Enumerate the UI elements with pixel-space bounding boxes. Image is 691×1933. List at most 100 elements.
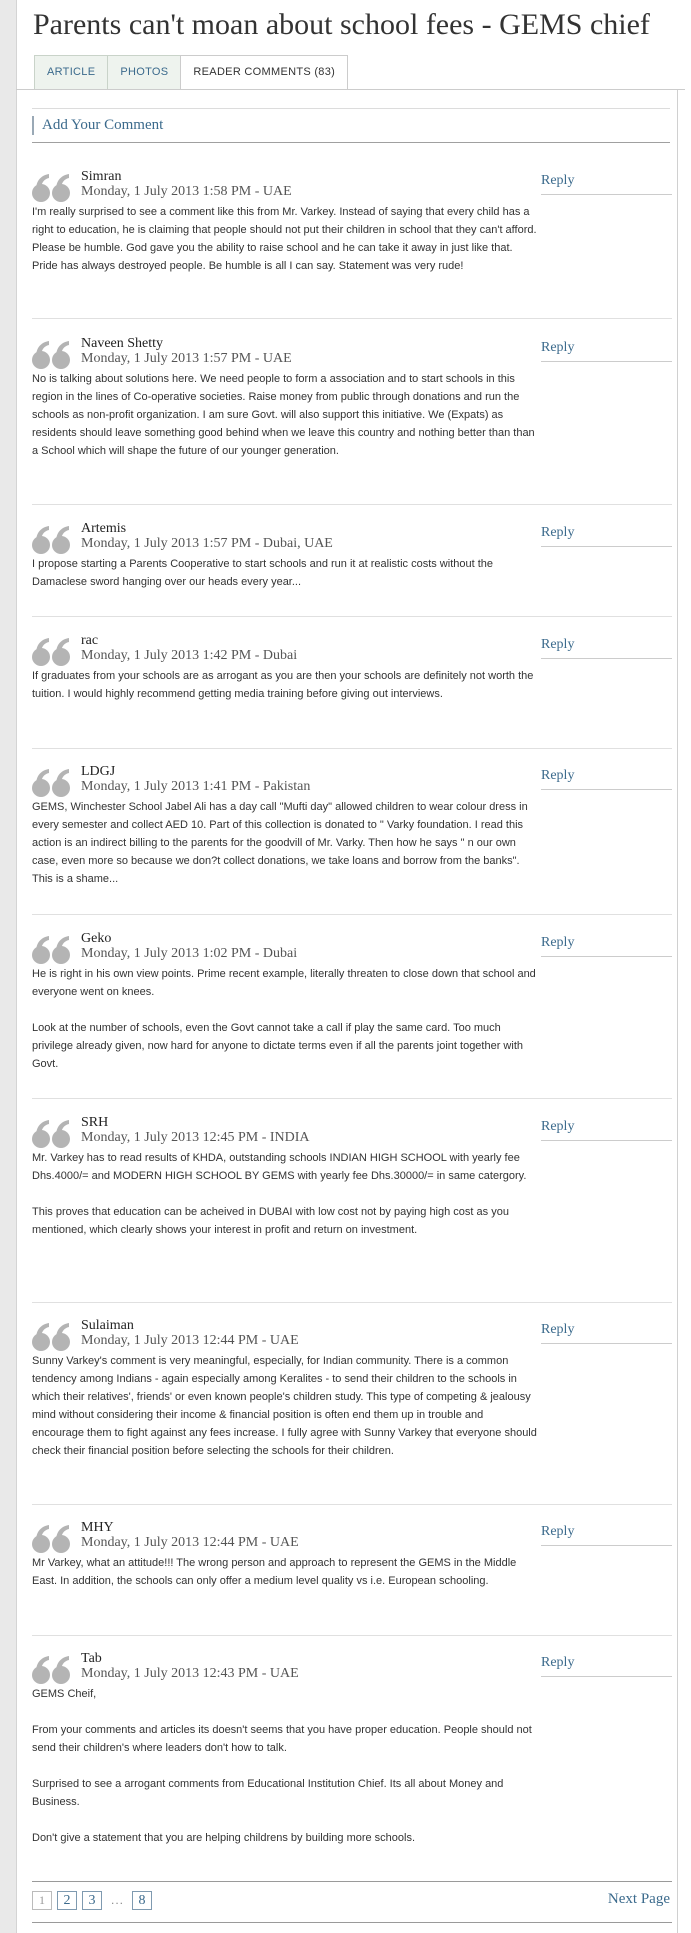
quote-icon xyxy=(32,936,70,964)
right-rail xyxy=(677,90,678,1933)
comment-divider xyxy=(32,1302,672,1303)
comment-date: Monday, 1 July 2013 1:57 PM - UAE xyxy=(81,351,292,366)
comment-divider xyxy=(32,1635,672,1636)
comment-paragraph: GEMS, Winchester School Jabel Ali has a … xyxy=(32,801,528,885)
reply-underline xyxy=(541,789,672,790)
tab-article[interactable]: ARTICLE xyxy=(34,55,109,89)
comment-body: He is right in his own view points. Prim… xyxy=(32,965,537,1073)
reply-link[interactable]: Reply xyxy=(541,1654,672,1672)
reply-underline xyxy=(541,194,672,195)
comment-date: Monday, 1 July 2013 1:42 PM - Dubai xyxy=(81,648,298,663)
comment-date: Monday, 1 July 2013 1:58 PM - UAE xyxy=(81,184,292,199)
reply-underline xyxy=(541,546,672,547)
comment-body: No is talking about solutions here. We n… xyxy=(32,370,537,460)
tabs-divider xyxy=(16,89,685,90)
comment-paragraph: Mr Varkey, what an attitude!!! The wrong… xyxy=(32,1557,517,1587)
comment-author: Artemis xyxy=(81,521,127,536)
comment-paragraph: I'm really surprised to see a comment li… xyxy=(32,206,537,272)
comment-paragraph: Don't give a statement that you are help… xyxy=(32,1832,416,1844)
quote-icon xyxy=(32,341,70,369)
reply-link[interactable]: Reply xyxy=(541,339,672,357)
comment-author: LDGJ xyxy=(81,764,116,779)
page-title: Parents can't moan about school fees - G… xyxy=(33,8,650,41)
comment-body: If graduates from your schools are as ar… xyxy=(32,667,537,703)
left-rail xyxy=(0,0,17,1933)
reply-link[interactable]: Reply xyxy=(541,1321,672,1339)
comment-paragraph: GEMS Cheif, xyxy=(32,1688,97,1700)
pagination: 1 2 3 ... 8 xyxy=(32,1890,157,1910)
comment-body: GEMS Cheif, From your comments and articl… xyxy=(32,1685,537,1847)
reply-underline xyxy=(541,1545,672,1546)
reply-underline xyxy=(541,956,672,957)
comment-body: Mr. Varkey has to read results of KHDA, … xyxy=(32,1149,537,1239)
reply-link[interactable]: Reply xyxy=(541,1118,672,1136)
comment-body: Sunny Varkey's comment is very meaningfu… xyxy=(32,1352,537,1460)
comment-body: I propose starting a Parents Cooperative… xyxy=(32,555,537,591)
quote-icon xyxy=(32,1323,70,1351)
comment-body: GEMS, Winchester School Jabel Ali has a … xyxy=(32,798,537,888)
pagination-divider xyxy=(32,1922,672,1923)
comment-paragraph: Sunny Varkey's comment is very meaningfu… xyxy=(32,1355,537,1457)
comment-body: I'm really surprised to see a comment li… xyxy=(32,203,537,275)
comment-divider xyxy=(32,318,672,319)
reply-underline xyxy=(541,361,672,362)
comment-author: MHY xyxy=(81,1520,114,1535)
quote-icon xyxy=(32,526,70,554)
comment-paragraph: He is right in his own view points. Prim… xyxy=(32,968,536,998)
comment-body: Mr Varkey, what an attitude!!! The wrong… xyxy=(32,1554,537,1590)
page-link-2[interactable]: 2 xyxy=(57,1890,77,1910)
comment-author: Tab xyxy=(81,1651,102,1666)
add-comment-link[interactable]: Add Your Comment xyxy=(32,116,163,135)
quote-icon xyxy=(32,638,70,666)
reply-underline xyxy=(541,1676,672,1677)
article-tabs: ARTICLE PHOTOS READER COMMENTS (83) xyxy=(34,55,349,90)
comment-date: Monday, 1 July 2013 12:44 PM - UAE xyxy=(81,1333,299,1348)
tab-reader-comments[interactable]: READER COMMENTS (83) xyxy=(180,55,349,90)
quote-icon xyxy=(32,1656,70,1684)
comment-paragraph: Look at the number of schools, even the … xyxy=(32,1022,523,1070)
comment-date: Monday, 1 July 2013 1:57 PM - Dubai, UAE xyxy=(81,536,333,551)
comment-divider xyxy=(32,1504,672,1505)
comment-author: Geko xyxy=(81,931,112,946)
divider xyxy=(32,108,670,109)
comment-paragraph: No is talking about solutions here. We n… xyxy=(32,373,535,457)
reply-link[interactable]: Reply xyxy=(541,524,672,542)
quote-icon xyxy=(32,1525,70,1553)
reply-link[interactable]: Reply xyxy=(541,934,672,952)
comment-divider xyxy=(32,914,672,915)
comment-date: Monday, 1 July 2013 12:44 PM - UAE xyxy=(81,1535,299,1550)
comment-paragraph: If graduates from your schools are as ar… xyxy=(32,670,534,700)
comment-date: Monday, 1 July 2013 1:41 PM - Pakistan xyxy=(81,779,311,794)
page-link-3[interactable]: 3 xyxy=(82,1890,102,1910)
reply-link[interactable]: Reply xyxy=(541,636,672,654)
comment-paragraph: This proves that education can be acheiv… xyxy=(32,1206,509,1236)
page-link-last[interactable]: 8 xyxy=(132,1890,153,1910)
pagination-divider xyxy=(32,1881,672,1882)
reply-underline xyxy=(541,1343,672,1344)
next-page-link[interactable]: Next Page xyxy=(560,1891,670,1908)
comment-date: Monday, 1 July 2013 12:43 PM - UAE xyxy=(81,1666,299,1681)
reply-link[interactable]: Reply xyxy=(541,767,672,785)
quote-icon xyxy=(32,1120,70,1148)
comment-paragraph: Surprised to see a arrogant comments fro… xyxy=(32,1778,504,1808)
page-current: 1 xyxy=(32,1890,52,1910)
comment-author: Sulaiman xyxy=(81,1318,134,1333)
reply-link[interactable]: Reply xyxy=(541,1523,672,1541)
comment-author: Naveen Shetty xyxy=(81,336,164,351)
tab-photos[interactable]: PHOTOS xyxy=(107,55,182,89)
comment-divider xyxy=(32,616,672,617)
comment-date: Monday, 1 July 2013 1:02 PM - Dubai xyxy=(81,946,298,961)
comment-author: Simran xyxy=(81,169,122,184)
comment-author: rac xyxy=(81,633,99,648)
comment-divider xyxy=(32,748,672,749)
reply-underline xyxy=(541,658,672,659)
pagination-ellipsis: ... xyxy=(111,1893,125,1907)
reply-link[interactable]: Reply xyxy=(541,172,672,190)
quote-icon xyxy=(32,174,70,202)
comment-paragraph: Mr. Varkey has to read results of KHDA, … xyxy=(32,1152,527,1182)
comment-paragraph: From your comments and articles its does… xyxy=(32,1724,532,1754)
comment-paragraph: I propose starting a Parents Cooperative… xyxy=(32,558,494,588)
comment-date: Monday, 1 July 2013 12:45 PM - INDIA xyxy=(81,1130,310,1145)
quote-icon xyxy=(32,769,70,797)
comment-divider xyxy=(32,504,672,505)
